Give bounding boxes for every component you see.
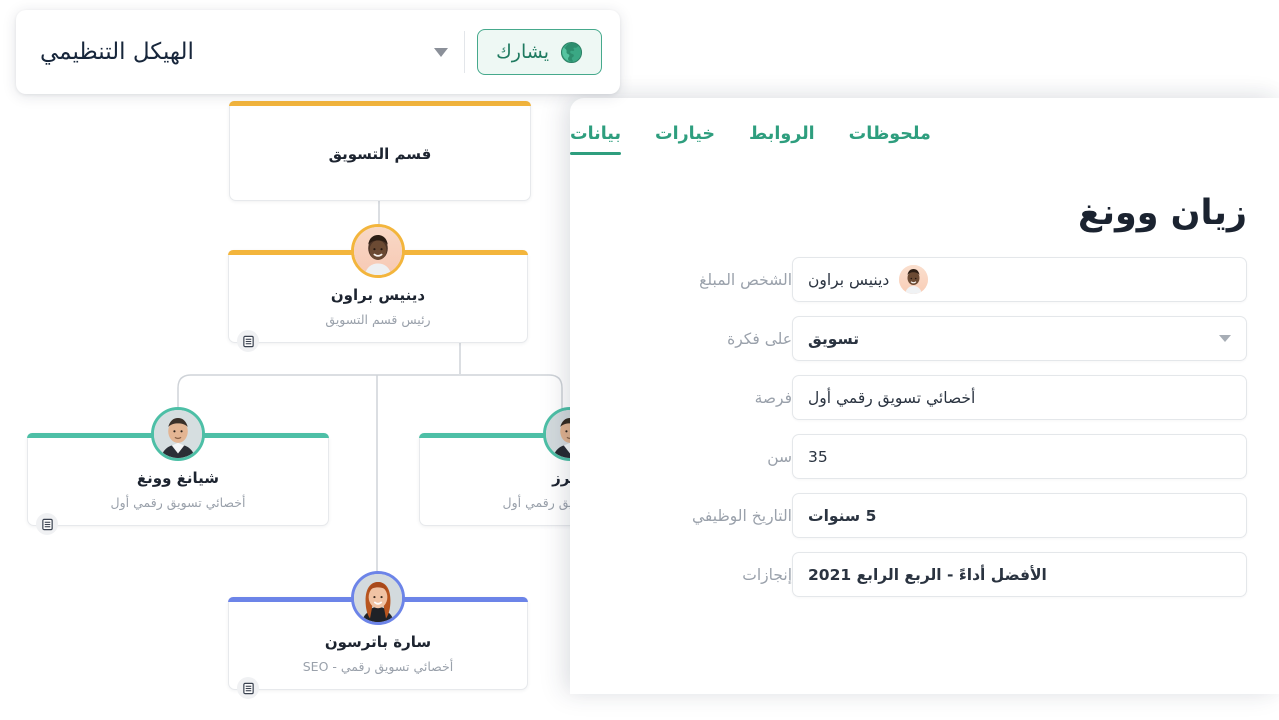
app-root: قسم التسويق دينيس براون رئيس قسم التسويق… [0,0,1279,720]
node-accent-bar [229,101,531,106]
list-card-icon[interactable] [36,513,58,535]
department-select[interactable]: تسويق [792,316,1247,361]
top-toolbar: الهيكل التنظيمي يشارك [16,10,620,94]
form-row-reporting-person: الشخص المبلغ دينيس براون [602,257,1247,302]
list-card-icon[interactable] [237,677,259,699]
age-field[interactable]: 35 [792,434,1247,479]
chart-name-dropdown[interactable]: الهيكل التنظيمي [30,10,449,94]
share-button-label: يشارك [496,41,549,63]
dennis-brown-photo [354,227,402,275]
form-row-department: على فكرة تسويق [602,316,1247,361]
field-value: أخصائي تسويق رقمي أول [808,388,976,407]
form-row-age: سن 35 [602,434,1247,479]
field-value: 35 [808,447,828,466]
form-row-position: فرصة أخصائي تسويق رقمي أول [602,375,1247,420]
field-label: سن [767,447,792,466]
field-label: فرصة [754,388,792,407]
reporting-person-field[interactable]: دينيس براون [792,257,1247,302]
person-chip: دينيس براون [808,265,929,294]
avatar [351,224,405,278]
position-field[interactable]: أخصائي تسويق رقمي أول [792,375,1247,420]
org-node-department[interactable]: قسم التسويق [229,101,531,201]
avatar [151,407,205,461]
org-node-head[interactable]: دينيس براون رئيس قسم التسويق [228,224,528,352]
node-subtitle: رئيس قسم التسويق [325,312,431,327]
tenure-field[interactable]: 5 سنوات [792,493,1247,538]
dennis-brown-avatar [899,265,929,294]
xiang-wong-photo [154,410,202,458]
field-value: تسويق [808,329,860,348]
list-card-icon[interactable] [237,330,259,352]
field-value: 5 سنوات [808,506,877,525]
form-row-tenure: التاريخ الوظيفي 5 سنوات [602,493,1247,538]
node-subtitle: أخصائي تسويق رقمي - SEO [302,659,454,674]
tab-notes[interactable]: ملحوظات [849,124,931,155]
sarah-patterson-photo [354,574,402,622]
field-value: الأفضل أداءً - الربع الرابع 2021 [808,565,1047,584]
field-label: إنجازات [742,565,792,584]
detail-panel: بيانات خيارات الروابط ملحوظات زيان وونغ … [570,98,1279,694]
org-node-xiang-wong[interactable]: شيانغ وونغ أخصائي تسويق رقمي أول [27,407,329,535]
node-title: دينيس براون [330,286,426,304]
list-card-glyph [41,518,53,530]
tab-options[interactable]: خيارات [655,124,715,155]
list-card-glyph [242,335,254,347]
node-title: سارة باترسون [324,633,432,651]
chevron-down-icon [434,47,449,57]
tab-data[interactable]: بيانات [570,124,622,155]
tab-links[interactable]: الروابط [749,124,815,155]
globe-icon [560,41,583,63]
detail-form: الشخص المبلغ دينيس براون على فكرة تسويق … [570,257,1279,597]
panel-tabs: بيانات خيارات الروابط ملحوظات [570,98,1279,155]
node-title: قسم التسويق [328,145,432,163]
list-card-glyph [242,682,254,694]
field-label: التاريخ الوظيفي [692,506,792,525]
chart-name-label: الهيكل التنظيمي [40,39,194,65]
form-row-achievements: إنجازات الأفضل أداءً - الربع الرابع 2021 [602,552,1247,597]
org-node-sarah-patterson[interactable]: سارة باترسون أخصائي تسويق رقمي - SEO [228,571,528,699]
node-title: شيانغ وونغ [136,469,220,487]
field-label: على فكرة [727,329,792,348]
toolbar-divider [464,31,466,73]
page-title: زيان وونغ [1077,193,1247,233]
node-subtitle: أخصائي تسويق رقمي أول [110,495,246,510]
achievements-field[interactable]: الأفضل أداءً - الربع الرابع 2021 [792,552,1247,597]
avatar [899,265,929,294]
field-label: الشخص المبلغ [699,270,792,289]
avatar [351,571,405,625]
share-button[interactable]: يشارك [477,29,602,75]
chevron-down-icon [1219,335,1231,342]
field-value: دينيس براون [808,270,890,289]
